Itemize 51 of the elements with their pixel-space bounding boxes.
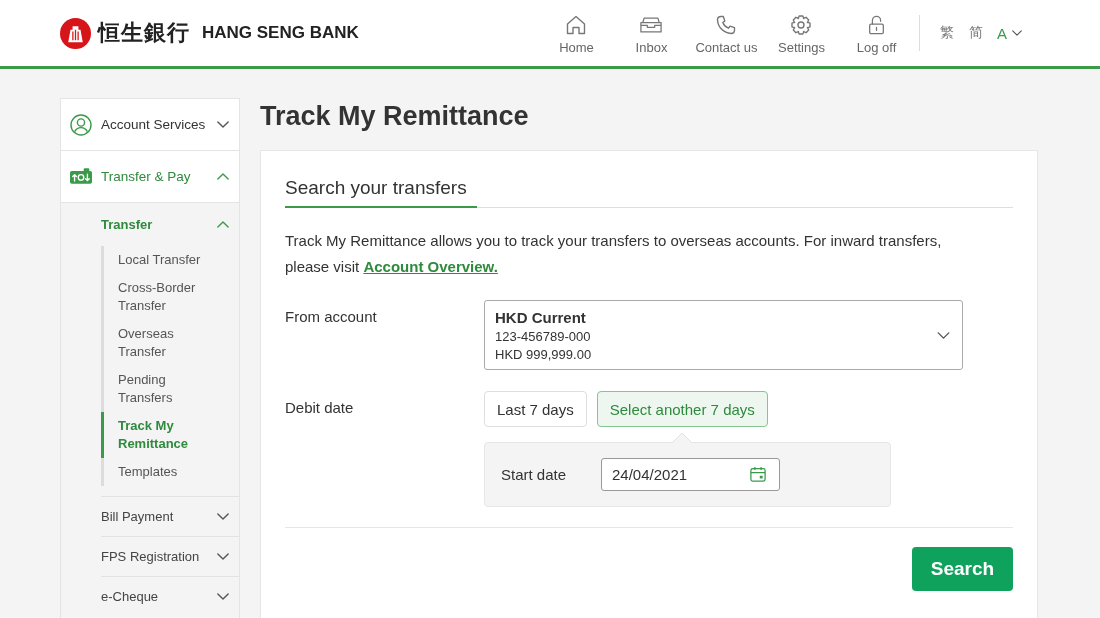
sidebar-submenu-item[interactable]: Transfer [101, 203, 239, 246]
banknote-icon [70, 168, 92, 185]
logo-english-text: HANG SENG BANK [202, 23, 359, 43]
settings-icon [791, 15, 812, 35]
chevron-down-icon [217, 513, 229, 520]
text-size-button[interactable]: A [991, 24, 1022, 42]
phone-icon [716, 15, 737, 35]
sidebar-link[interactable]: Track My Remittance [101, 412, 218, 458]
calendar-icon [750, 466, 766, 482]
account-dropdown[interactable]: HKD Current 123-456789-000 HKD 999,999.00 [484, 300, 963, 370]
field-label: Debit date [285, 398, 355, 418]
chevron-up-icon [217, 173, 229, 180]
sidebar-menu-item[interactable]: Transfer & Pay [61, 151, 239, 203]
chevron-down-icon [217, 553, 229, 560]
padlock-icon [868, 15, 885, 35]
search-button[interactable]: Search [912, 547, 1013, 591]
language-button[interactable]: 简 [962, 24, 991, 42]
date-field[interactable]: 24/04/2021 [601, 458, 780, 491]
log-off-button[interactable]: Log off [839, 0, 914, 66]
logo-chinese-text: 恒生銀行 [98, 18, 190, 47]
home-button[interactable]: Home [539, 0, 614, 66]
chevron-up-icon [217, 221, 229, 228]
sidebar-submenu-item[interactable]: e-Cheque [101, 576, 239, 616]
sidebar-link[interactable]: Pending Transfers [101, 366, 218, 412]
date-range-button[interactable]: Last 7 days [484, 391, 587, 427]
sidebar-menu-item[interactable]: Account Services [61, 99, 239, 151]
field-label: Start date [501, 466, 568, 483]
inbox-button[interactable]: Inbox [614, 0, 689, 66]
field-label: From account [285, 307, 378, 327]
account-overview-link[interactable]: Account Overview. [363, 258, 498, 275]
sidebar-submenu-item[interactable]: Bill Payment [101, 496, 239, 536]
language-button[interactable]: 繁 [933, 24, 962, 42]
contact-button[interactable]: Contact us [689, 0, 764, 66]
sidebar-link[interactable]: Local Transfer [101, 246, 218, 274]
chevron-down-icon [217, 121, 229, 128]
sidebar-link[interactable]: Templates [101, 458, 218, 486]
chevron-down-icon [1012, 30, 1022, 36]
chevron-down-icon [937, 331, 950, 339]
section-heading: Search your transfers [285, 175, 477, 208]
inbox-tray-icon [640, 17, 663, 33]
intro-text: Track My Remittance allows you to track your transfers to overseas accounts. For inward transfers, please visit Account Overview. [285, 231, 943, 277]
user-circle-icon [70, 113, 92, 136]
date-range-button[interactable]: Select another 7 days [596, 391, 768, 427]
page-title: Track My Remittance [260, 100, 530, 133]
chevron-down-icon [217, 593, 229, 600]
sidebar-submenu-item[interactable]: FPS Registration [101, 536, 239, 576]
settings-button[interactable]: Settings [764, 0, 839, 66]
home-icon [566, 15, 587, 35]
logo-emblem-icon [60, 17, 91, 49]
sidebar-link[interactable]: Overseas Transfer [101, 320, 218, 366]
sidebar-link[interactable]: Cross-Border Transfer [101, 274, 218, 320]
